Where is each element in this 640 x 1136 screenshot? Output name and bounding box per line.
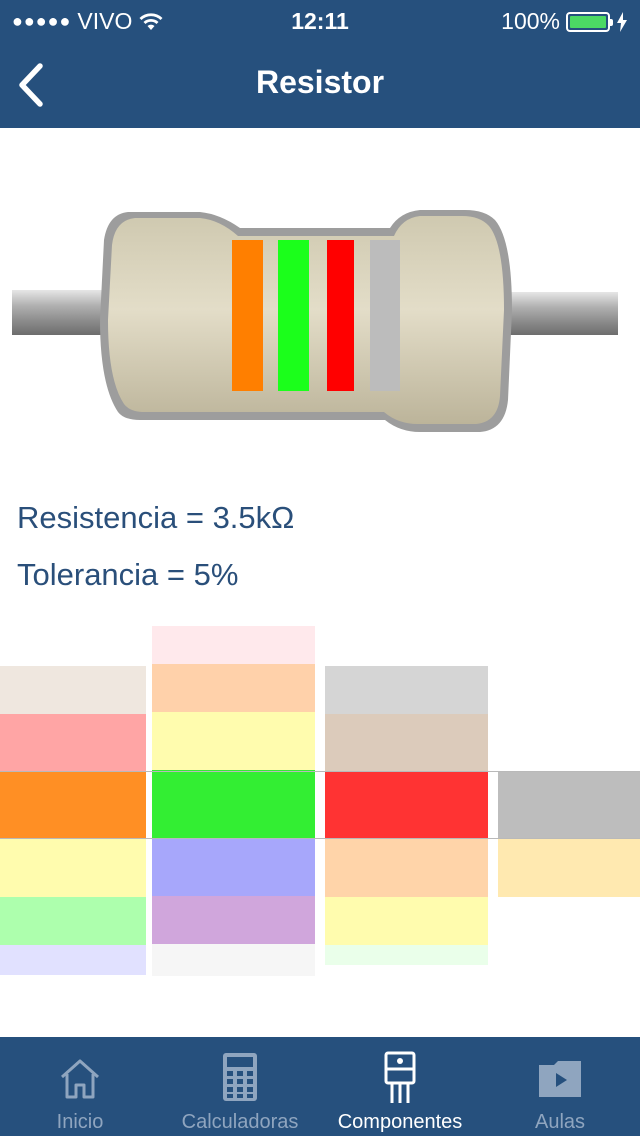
video-folder-icon bbox=[539, 1061, 581, 1097]
picker-cell[interactable] bbox=[152, 838, 315, 896]
picker-cell[interactable] bbox=[0, 897, 146, 945]
picker-cell[interactable] bbox=[498, 839, 640, 897]
tolerance-value: Tolerancia = 5% bbox=[17, 557, 239, 592]
picker-cell[interactable] bbox=[152, 896, 315, 944]
battery-percent: 100% bbox=[501, 8, 560, 34]
picker-cell[interactable] bbox=[325, 945, 488, 965]
picker-cell[interactable] bbox=[152, 626, 315, 664]
tab-componentes[interactable]: Componentes bbox=[320, 1037, 480, 1136]
page-title: Resistor bbox=[255, 64, 385, 100]
picker-cell[interactable] bbox=[152, 712, 315, 770]
color-band-multiplier bbox=[327, 240, 354, 391]
resistance-value: Resistencia = 3.5kΩ bbox=[17, 500, 295, 535]
selection-indicator-bottom bbox=[0, 838, 640, 839]
tab-inicio[interactable]: Inicio bbox=[0, 1037, 160, 1136]
picker-column-1[interactable] bbox=[0, 620, 146, 1000]
picker-cell[interactable] bbox=[325, 839, 488, 897]
resistor-illustration bbox=[12, 210, 618, 432]
picker-cell-selected[interactable] bbox=[152, 770, 315, 838]
picker-cell-selected[interactable] bbox=[325, 772, 488, 839]
picker-cell[interactable] bbox=[325, 666, 488, 714]
color-band-tolerance bbox=[370, 240, 400, 391]
picker-column-2[interactable] bbox=[152, 620, 315, 1000]
picker-cell[interactable] bbox=[152, 944, 315, 976]
picker-cell[interactable] bbox=[0, 714, 146, 772]
tab-label: Calculadoras bbox=[181, 1111, 299, 1133]
battery-fill bbox=[570, 15, 606, 28]
picker-cell[interactable] bbox=[325, 897, 488, 945]
tab-label: Componentes bbox=[337, 1111, 463, 1133]
picker-cell[interactable] bbox=[152, 664, 315, 712]
picker-cell[interactable] bbox=[0, 945, 146, 975]
component-icon bbox=[384, 1051, 416, 1103]
picker-cell[interactable] bbox=[325, 714, 488, 772]
status-bar: ●●●●● VIVO 12:11 100% bbox=[0, 0, 640, 40]
charging-bolt-icon bbox=[617, 11, 627, 32]
battery-icon bbox=[566, 11, 613, 32]
status-right: 100% bbox=[501, 8, 628, 35]
picker-column-4[interactable] bbox=[498, 620, 640, 1000]
picker-cell[interactable] bbox=[0, 666, 146, 714]
color-band-1 bbox=[232, 240, 263, 391]
picker-cell-selected[interactable] bbox=[498, 772, 640, 839]
home-icon bbox=[61, 1059, 99, 1099]
calculator-icon bbox=[223, 1053, 257, 1101]
selection-indicator-top bbox=[0, 771, 640, 772]
color-band-2 bbox=[278, 240, 309, 391]
tab-label: Inicio bbox=[56, 1111, 104, 1133]
top-bar: ●●●●● VIVO 12:11 100% Resistor bbox=[0, 0, 640, 128]
right-lead bbox=[505, 292, 618, 335]
tab-calculadoras[interactable]: Calculadoras bbox=[160, 1037, 320, 1136]
tab-bar: Inicio Calculadoras Componentes Aulas bbox=[0, 1037, 640, 1136]
tab-label: Aulas bbox=[534, 1111, 586, 1133]
picker-column-3[interactable] bbox=[325, 620, 488, 1000]
picker-cell-selected[interactable] bbox=[0, 772, 146, 839]
picker-cell[interactable] bbox=[0, 839, 146, 897]
tab-aulas[interactable]: Aulas bbox=[480, 1037, 640, 1136]
band-color-picker[interactable] bbox=[0, 620, 640, 1000]
